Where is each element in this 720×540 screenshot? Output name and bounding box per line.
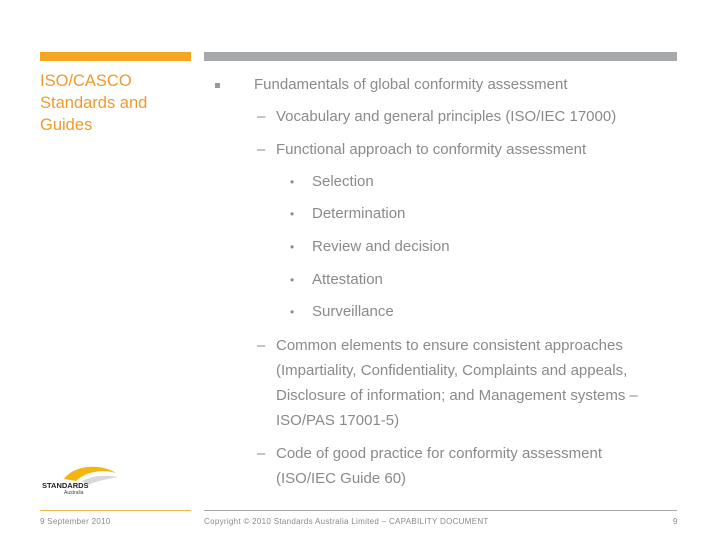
dot-bullet-icon: •: [290, 175, 295, 189]
dot-bullet-icon: •: [290, 305, 295, 319]
logo-swoosh-icon: STANDARDS Australia: [42, 466, 118, 496]
list-item-text: Code of good practice for conformity ass…: [276, 445, 602, 487]
logo-subname: Australia: [64, 490, 84, 495]
list-item-text: Functional approach to conformity assess…: [276, 141, 587, 158]
list-item-text: Fundamentals of global conformity assess…: [254, 76, 568, 93]
list-item-text: Vocabulary and general principles (ISO/I…: [276, 108, 617, 125]
dash-bullet-icon: –: [257, 108, 266, 125]
dot-bullet-icon: •: [290, 240, 295, 254]
list-item-text: Review and decision: [312, 238, 450, 255]
footer-copyright: Copyright © 2010 Standards Australia Lim…: [204, 517, 489, 526]
footer-date: 9 September 2010: [40, 517, 111, 526]
standards-australia-logo: STANDARDS Australia: [42, 463, 122, 496]
dot-bullet-icon: •: [290, 207, 295, 221]
list-item-text: Attestation: [312, 271, 383, 288]
list-item-text: Determination: [312, 205, 406, 222]
square-bullet-icon: [215, 83, 220, 88]
dot-bullet-icon: •: [290, 273, 295, 287]
list-item-text: Selection: [312, 173, 374, 190]
slide-content: Fundamentals of global conformity assess…: [0, 0, 720, 540]
footer-divider-right: [204, 510, 677, 511]
footer-divider-left: [40, 510, 191, 511]
logo-name: STANDARDS: [42, 481, 89, 490]
page-number: 9: [673, 517, 678, 526]
dash-bullet-icon: –: [257, 445, 266, 462]
list-item-text: Surveillance: [312, 303, 394, 320]
dash-bullet-icon: –: [257, 337, 266, 354]
dash-bullet-icon: –: [257, 141, 266, 158]
list-item-text: Common elements to ensure consistent app…: [276, 337, 638, 429]
